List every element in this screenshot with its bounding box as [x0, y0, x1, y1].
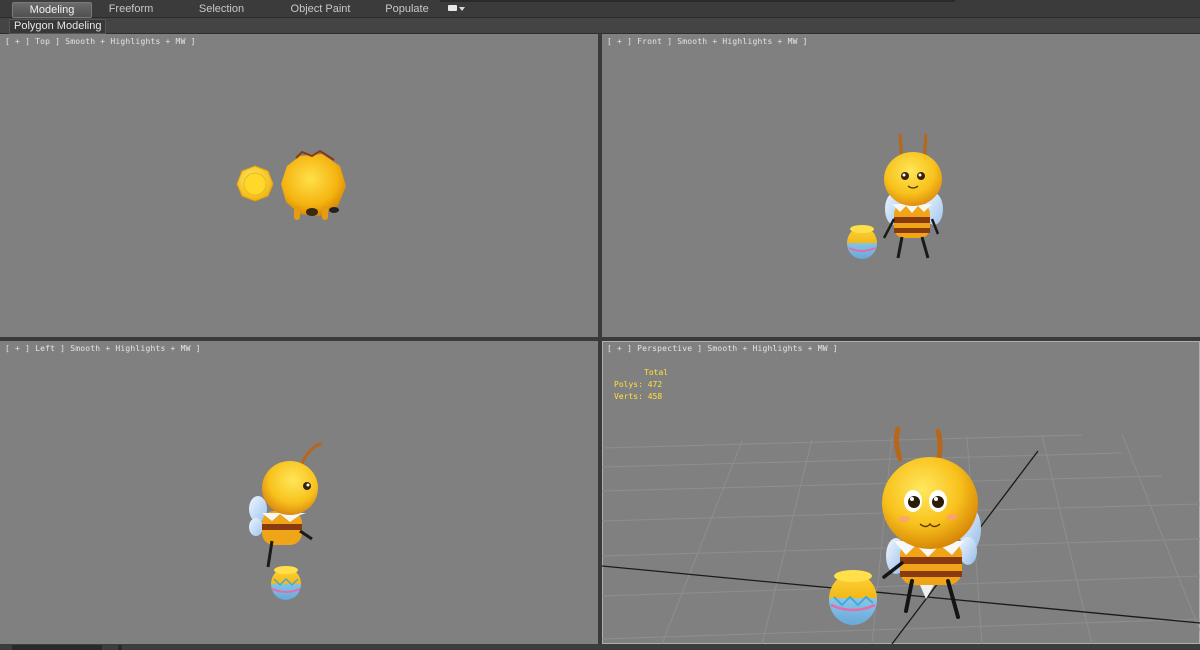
bottom-status-strip [0, 644, 1200, 650]
honey-pot-front [847, 225, 877, 259]
bee-front [882, 133, 943, 259]
bee-left [249, 441, 323, 568]
ribbon-tab-bar: Modeling Freeform Selection Object Paint… [0, 0, 1200, 18]
perspective-view-scene [602, 426, 1200, 644]
viewport-grid: [ + ] Top ] Smooth + Highlights + MW ] [… [0, 34, 1200, 650]
time-slider-end [118, 645, 122, 650]
honey-pot-perspective [829, 570, 877, 625]
left-view-scene [249, 441, 323, 600]
viewport-front[interactable]: [ + ] Front ] Smooth + Highlights + MW ] [602, 34, 1200, 337]
panel-label-polygon-modeling[interactable]: Polygon Modeling [9, 19, 107, 34]
tab-bar-divider [440, 0, 955, 2]
ribbon: Modeling Freeform Selection Object Paint… [0, 0, 1200, 34]
viewport-top[interactable]: [ + ] Top ] Smooth + Highlights + MW ] [0, 34, 598, 337]
tab-object-paint[interactable]: Object Paint [273, 2, 368, 16]
chevron-down-icon [459, 7, 465, 11]
tab-populate[interactable]: Populate [368, 2, 446, 16]
honey-pot-left [271, 566, 301, 600]
tab-freeform[interactable]: Freeform [92, 2, 170, 16]
viewport-left[interactable]: [ + ] Left ] Smooth + Highlights + MW ] [0, 341, 598, 644]
viewport-perspective[interactable]: [ + ] Perspective ] Smooth + Highlights … [602, 341, 1200, 644]
top-view-scene [236, 149, 346, 220]
honey-pot-top [236, 165, 274, 202]
display-options-box [448, 5, 457, 11]
display-options-icon[interactable] [446, 2, 468, 16]
ribbon-tabs: Modeling Freeform Selection Object Paint… [12, 2, 468, 18]
tab-modeling[interactable]: Modeling [12, 2, 92, 18]
bee-top [281, 149, 346, 220]
tab-selection[interactable]: Selection [170, 2, 273, 16]
front-view-scene [847, 133, 943, 259]
time-slider[interactable] [12, 645, 102, 650]
